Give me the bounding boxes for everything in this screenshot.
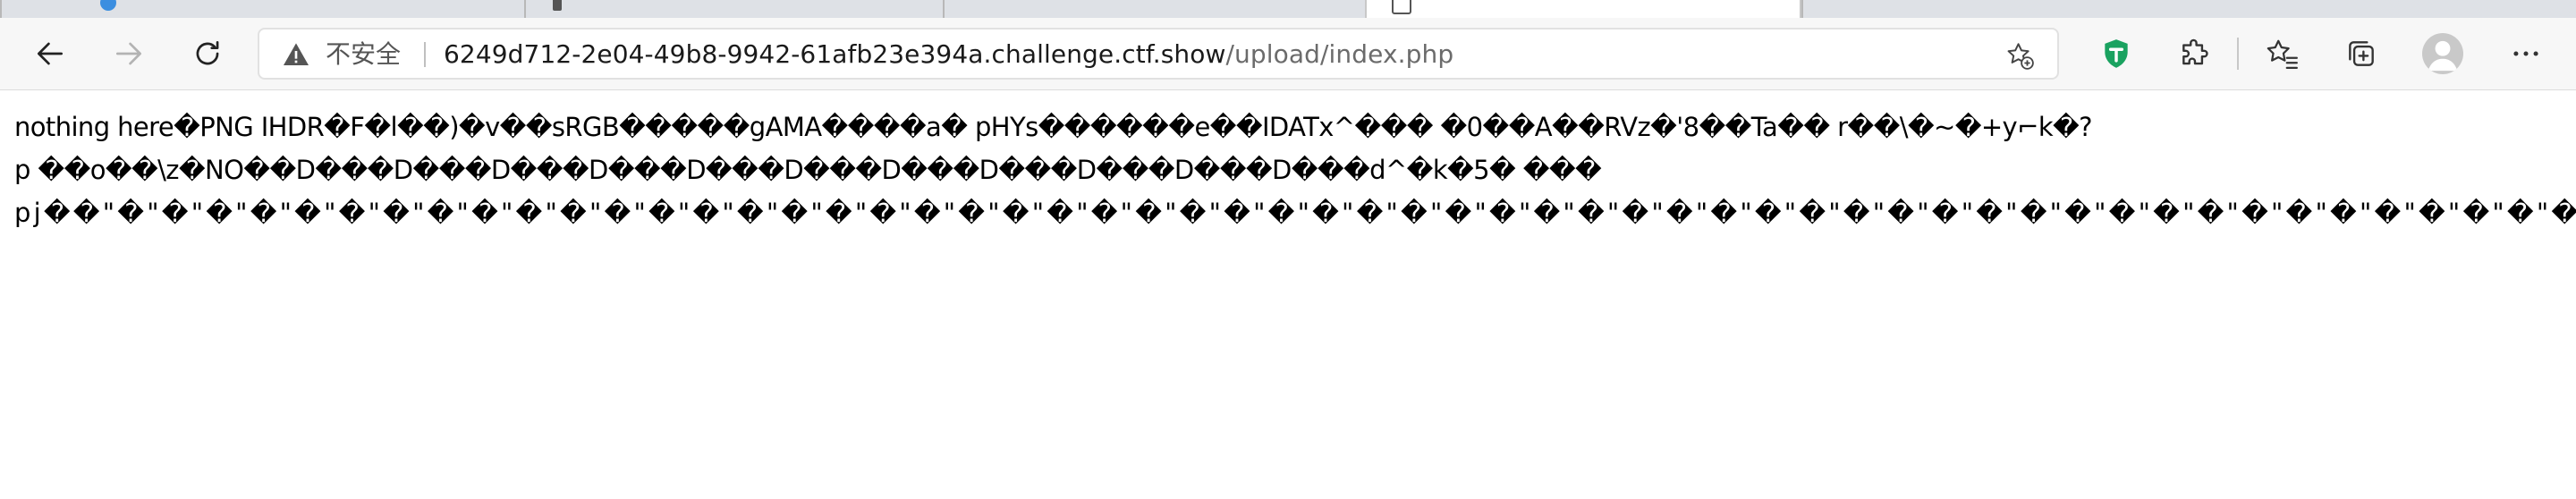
address-divider [424, 42, 426, 67]
browser-toolbar: 不安全 6249d712-2e04-49b8-9942-61afb23e394a… [0, 18, 2576, 90]
warning-triangle-icon[interactable] [281, 40, 311, 69]
tab-favicon [553, 0, 562, 11]
tab-3[interactable] [943, 0, 1365, 18]
back-button[interactable] [25, 29, 75, 79]
raw-output-line: nothing here�PNG IHDR�F�l��)�v��sRGB����… [14, 112, 2093, 142]
profile-avatar-icon [2428, 40, 2458, 72]
page-content: nothing here�PNG IHDR�F�l��)�v��sRGB����… [14, 106, 2576, 234]
profile-button[interactable] [2422, 33, 2463, 74]
puzzle-icon [2182, 38, 2208, 65]
address-bar[interactable]: 不安全 6249d712-2e04-49b8-9942-61afb23e394a… [258, 28, 2059, 80]
security-label[interactable]: 不安全 [326, 40, 401, 69]
forward-button[interactable] [104, 29, 154, 79]
tab-2[interactable] [524, 0, 943, 18]
favorites-star-list-icon [2267, 39, 2298, 69]
reload-icon [196, 40, 219, 65]
tab-favicon [1392, 0, 1411, 14]
arrow-right-icon [115, 42, 142, 65]
settings-menu-button[interactable] [2504, 32, 2547, 75]
star-plus-icon[interactable] [2004, 40, 2036, 71]
reload-button[interactable] [182, 29, 233, 79]
raw-output-line: p ��o��\z�NO��D���D���D���D���D���D���D�… [14, 155, 1602, 185]
tab-strip [0, 0, 2576, 19]
toolbar-divider [2237, 38, 2239, 70]
arrow-left-icon [37, 42, 64, 65]
url-text[interactable]: 6249d712-2e04-49b8-9942-61afb23e394a.cha… [444, 39, 1453, 70]
tab-favicon [100, 0, 116, 11]
tab-5[interactable] [1801, 0, 2576, 18]
tab-1[interactable] [0, 0, 524, 18]
collections-icon [2349, 41, 2374, 66]
tab-active[interactable] [1365, 0, 1801, 18]
collections-button[interactable] [2340, 32, 2383, 75]
green-shield-icon [2105, 39, 2128, 68]
extensions-button[interactable] [2174, 32, 2216, 75]
raw-output-line: pj��"�"�"�"�"�"�"�"�"�"�"�"�"�"�"�"�"�"�… [14, 198, 2576, 228]
extension-shield-button[interactable] [2095, 32, 2138, 75]
favorites-button[interactable] [2261, 32, 2304, 75]
url-host: 6249d712-2e04-49b8-9942-61afb23e394a.cha… [444, 39, 1226, 69]
url-path: /upload/index.php [1225, 39, 1454, 69]
more-dots-icon [2513, 51, 2538, 56]
